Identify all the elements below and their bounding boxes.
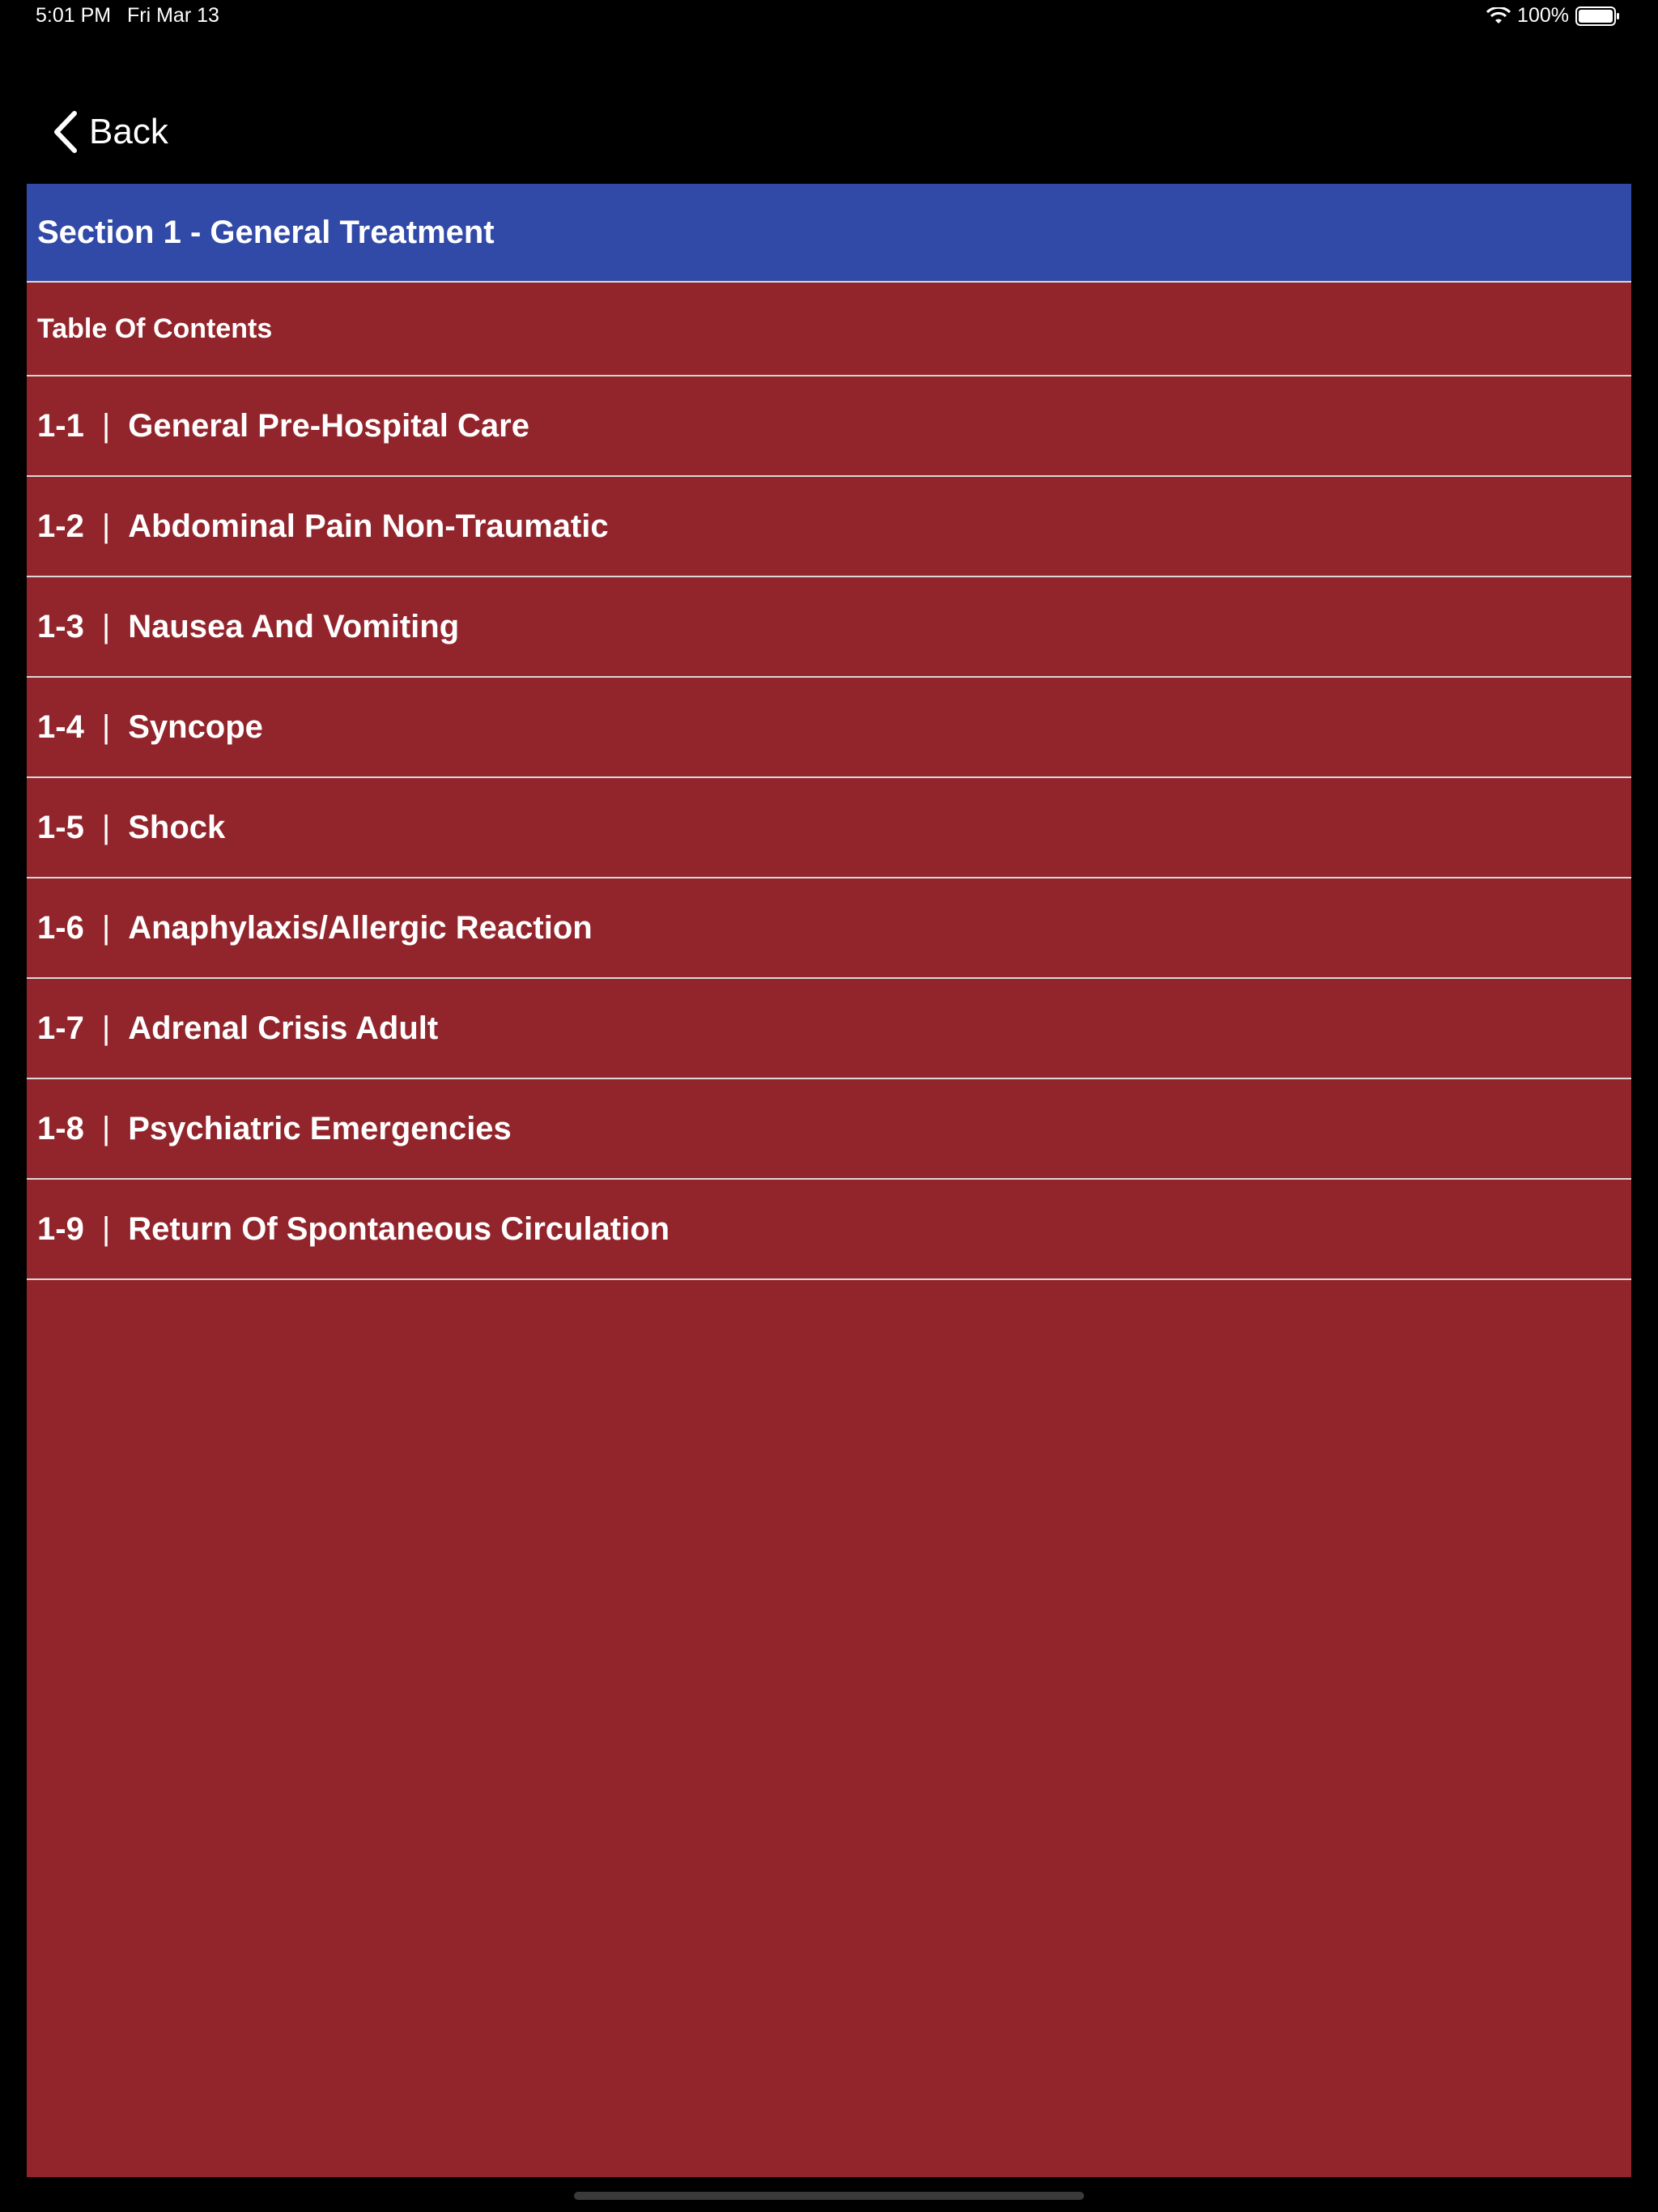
item-separator: | bbox=[101, 809, 111, 845]
item-separator: | bbox=[101, 708, 111, 745]
list-item-1-8[interactable]: 1-8 | Psychiatric Emergencies bbox=[27, 1079, 1631, 1180]
item-title: Psychiatric Emergencies bbox=[128, 1110, 512, 1146]
navigation-bar: Back bbox=[0, 97, 1658, 170]
item-title: Shock bbox=[128, 809, 226, 845]
item-title: Return Of Spontaneous Circulation bbox=[128, 1210, 670, 1247]
back-button-label: Back bbox=[89, 112, 168, 151]
protocol-list: 1-1 | General Pre-Hospital Care 1-2 | Abdomi… bbox=[27, 376, 1631, 1280]
item-number: 1-1 bbox=[37, 407, 84, 444]
item-separator: | bbox=[101, 909, 111, 946]
status-bar: 5:01 PM Fri Mar 13 100% bbox=[0, 0, 1658, 32]
item-number: 1-4 bbox=[37, 708, 84, 745]
item-separator: | bbox=[101, 1110, 111, 1146]
item-separator: | bbox=[101, 1010, 111, 1046]
item-number: 1-3 bbox=[37, 608, 84, 644]
table-of-contents-row[interactable]: Table Of Contents bbox=[27, 283, 1631, 376]
list-item-1-2[interactable]: 1-2 | Abdominal Pain Non-Traumatic bbox=[27, 477, 1631, 577]
back-button[interactable]: Back bbox=[52, 110, 168, 154]
list-item-1-4[interactable]: 1-4 | Syncope bbox=[27, 678, 1631, 778]
item-number: 1-6 bbox=[37, 909, 84, 946]
item-title: Nausea And Vomiting bbox=[128, 608, 460, 644]
item-number: 1-2 bbox=[37, 508, 84, 544]
item-separator: | bbox=[101, 1210, 111, 1247]
section-content-panel: Section 1 - General Treatment Table Of C… bbox=[27, 184, 1631, 2177]
section-title: Section 1 - General Treatment bbox=[37, 214, 495, 250]
table-of-contents-label: Table Of Contents bbox=[37, 313, 273, 344]
list-item-1-6[interactable]: 1-6 | Anaphylaxis/Allergic Reaction bbox=[27, 878, 1631, 979]
status-indicators: 100% bbox=[1486, 4, 1621, 28]
list-item-1-7[interactable]: 1-7 | Adrenal Crisis Adult bbox=[27, 979, 1631, 1079]
item-title: Adrenal Crisis Adult bbox=[128, 1010, 439, 1046]
item-number: 1-9 bbox=[37, 1210, 84, 1247]
item-title: Anaphylaxis/Allergic Reaction bbox=[128, 909, 593, 946]
item-title: General Pre-Hospital Care bbox=[128, 407, 529, 444]
list-item-1-9[interactable]: 1-9 | Return Of Spontaneous Circulation bbox=[27, 1180, 1631, 1280]
list-item-1-3[interactable]: 1-3 | Nausea And Vomiting bbox=[27, 577, 1631, 678]
list-item-1-1[interactable]: 1-1 | General Pre-Hospital Care bbox=[27, 376, 1631, 477]
item-number: 1-7 bbox=[37, 1010, 84, 1046]
wifi-icon bbox=[1486, 6, 1511, 23]
item-title: Abdominal Pain Non-Traumatic bbox=[128, 508, 609, 544]
item-separator: | bbox=[101, 407, 111, 444]
section-header: Section 1 - General Treatment bbox=[27, 184, 1631, 283]
home-indicator[interactable] bbox=[574, 2192, 1084, 2200]
status-date: Fri Mar 13 bbox=[127, 4, 219, 27]
item-separator: | bbox=[101, 508, 111, 544]
list-item-1-5[interactable]: 1-5 | Shock bbox=[27, 778, 1631, 878]
item-separator: | bbox=[101, 608, 111, 644]
battery-icon bbox=[1575, 6, 1619, 26]
item-title: Syncope bbox=[128, 708, 263, 745]
chevron-left-icon bbox=[54, 111, 77, 153]
battery-percentage: 100% bbox=[1517, 4, 1569, 27]
item-number: 1-5 bbox=[37, 809, 84, 845]
item-number: 1-8 bbox=[37, 1110, 84, 1146]
status-time: 5:01 PM bbox=[36, 4, 112, 27]
